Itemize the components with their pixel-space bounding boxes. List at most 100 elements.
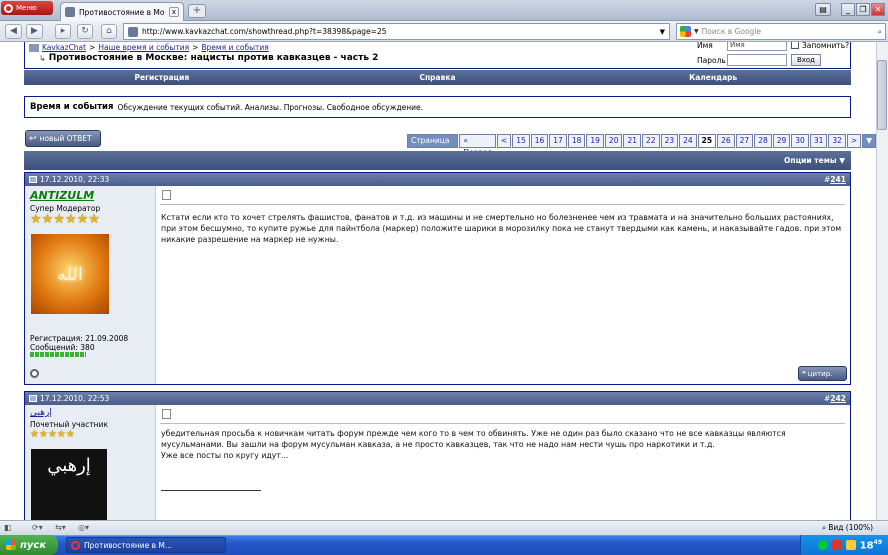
page-link[interactable]: 24 <box>679 134 697 148</box>
home-icon[interactable]: ⌂ <box>101 24 117 39</box>
tab-title: Противостояние в Моск... <box>79 7 165 17</box>
page-link[interactable]: 32 <box>828 134 846 148</box>
address-bar[interactable]: http://www.kavkazchat.com/showthread.php… <box>123 23 670 40</box>
login-button[interactable]: Вход <box>791 54 821 66</box>
post-username[interactable]: إرهبي <box>30 408 52 418</box>
scrollbar-thumb[interactable] <box>877 60 887 130</box>
breadcrumb: KavkazChat > Наше время и события > Врем… <box>29 43 269 52</box>
post-icon <box>162 409 171 419</box>
reputation-bar <box>30 352 86 357</box>
post-number[interactable]: #242 <box>824 394 846 403</box>
search-box[interactable]: ▼ Поиск в Google ⌕ <box>676 23 886 40</box>
page-link[interactable]: 20 <box>604 134 623 148</box>
thread-tools-menu[interactable]: Опции темы ▼ <box>784 156 845 165</box>
search-engine-dropdown-icon[interactable]: ▼ <box>694 28 699 35</box>
page-link[interactable]: 30 <box>791 134 809 148</box>
star-icon: ★ <box>76 212 89 227</box>
address-dropdown-icon[interactable]: ▼ <box>660 28 665 36</box>
forum-navbar: Регистрация Справка Календарь <box>24 70 851 85</box>
browser-tab[interactable]: Противостояние в Моск... x <box>60 2 184 21</box>
back-icon[interactable]: ◀ <box>5 24 22 39</box>
login-password-label: Пароль <box>697 56 726 65</box>
pagination-first[interactable]: « Первая <box>459 134 496 157</box>
forum-info-box: Время и события Обсуждение текущих событ… <box>24 96 851 118</box>
post-number[interactable]: #241 <box>824 175 846 184</box>
page-link[interactable]: 23 <box>660 134 679 148</box>
page-link[interactable]: 17 <box>549 134 567 148</box>
page-link[interactable]: 16 <box>530 134 549 148</box>
tray-network-icon[interactable] <box>845 540 856 550</box>
page-link[interactable]: 18 <box>567 134 586 148</box>
user-rank-stars: ★★★★★ <box>30 428 75 441</box>
quote-button[interactable]: ❝ цитир. <box>798 366 847 381</box>
pagination-menu-icon[interactable]: ▼ <box>862 134 876 148</box>
taskbar-opera-window[interactable]: Противостояние в М... <box>66 537 226 553</box>
forum-info-title: Время и события <box>30 102 114 112</box>
post-status-icon <box>29 176 37 183</box>
site-icon <box>128 26 138 37</box>
page-link[interactable]: 26 <box>717 134 735 148</box>
breadcrumb-section1-link[interactable]: Наше время и события <box>98 43 189 52</box>
tray-app-icon[interactable] <box>817 540 828 550</box>
zoom-control[interactable]: ⌕ Вид (100%) <box>822 523 873 533</box>
star-icon: ★ <box>47 429 57 440</box>
page-link[interactable]: 22 <box>642 134 660 148</box>
clock[interactable]: 1849 <box>860 539 882 551</box>
page-link[interactable]: 29 <box>772 134 791 148</box>
restore-icon[interactable]: ❐ <box>856 3 870 16</box>
minimize-icon[interactable]: _ <box>841 3 855 16</box>
browser-titlebar: Меню Противостояние в Моск... x + ▤ _ ❐ … <box>0 0 888 21</box>
star-icon: ★ <box>30 212 42 227</box>
google-icon[interactable] <box>680 26 691 37</box>
turbo-icon[interactable]: ⟳▾ <box>32 523 43 532</box>
thread-title-row: ↳ Противостояние в Москве: нацисты проти… <box>39 53 378 63</box>
page-link[interactable]: 19 <box>586 134 604 148</box>
browser-toolbar: ◀ ▶ ▸ ↻ ⌂ http://www.kavkazchat.com/show… <box>0 21 888 42</box>
page-link[interactable]: 21 <box>623 134 642 148</box>
panel-toggle-icon[interactable]: ◧ <box>4 523 12 532</box>
post-username[interactable]: ANTIZULM <box>30 189 94 202</box>
forward-icon[interactable]: ▶ <box>26 24 43 39</box>
page-viewport: KavkazChat > Наше время и события > Врем… <box>0 42 876 520</box>
user-message-count: Сообщений: 380 <box>30 343 95 352</box>
star-icon: ★ <box>56 429 66 440</box>
login-password-input[interactable] <box>727 54 787 66</box>
forward-menu-icon[interactable]: ▸ <box>55 24 71 39</box>
thread-arrow-icon: ↳ <box>39 53 46 63</box>
user-offline-icon <box>30 369 39 378</box>
nav-register-link[interactable]: Регистрация <box>24 73 300 82</box>
remember-checkbox[interactable] <box>791 42 799 49</box>
nav-calendar-link[interactable]: Календарь <box>575 73 851 82</box>
opera-logo-icon <box>4 3 13 13</box>
tab-menu-icon[interactable]: ▤ <box>815 3 831 16</box>
new-reply-button[interactable]: ↩ новый ОТВЕТ <box>25 130 101 147</box>
breadcrumb-section2-link[interactable]: Время и события <box>201 43 268 52</box>
user-avatar: إرهبي <box>31 449 107 520</box>
search-icon[interactable]: ⌕ <box>878 27 882 37</box>
pagination-next[interactable]: > <box>846 134 862 148</box>
login-name-input[interactable]: Имя <box>727 42 787 51</box>
start-button[interactable]: пуск <box>0 535 58 555</box>
reload-icon[interactable]: ↻ <box>77 24 93 39</box>
search-input[interactable]: Поиск в Google <box>702 27 875 36</box>
page-link[interactable]: 27 <box>735 134 754 148</box>
signature-divider <box>161 490 261 491</box>
page-link[interactable]: 15 <box>512 134 530 148</box>
user-rank-stars: ★★★★★★ <box>30 213 100 226</box>
new-tab-button[interactable]: + <box>188 4 206 18</box>
opera-menu-button[interactable]: Меню <box>1 1 53 15</box>
page-link[interactable]: 31 <box>809 134 828 148</box>
breadcrumb-site-link[interactable]: KavkazChat <box>42 43 86 52</box>
tray-opera-icon[interactable] <box>831 540 842 550</box>
nav-help-link[interactable]: Справка <box>300 73 576 82</box>
page-link[interactable]: 28 <box>754 134 772 148</box>
close-window-icon[interactable]: ✕ <box>871 3 885 16</box>
browser-statusbar: ◧ ⟳▾ ⇆▾ ◎▾ ⌕ Вид (100%) <box>0 520 888 535</box>
tab-close-icon[interactable]: x <box>169 7 179 17</box>
post-user-pane: ANTIZULM Супер Модератор ★★★★★★ الله Рег… <box>25 186 156 384</box>
sync-icon[interactable]: ⇆▾ <box>55 523 66 532</box>
address-url[interactable]: http://www.kavkazchat.com/showthread.php… <box>142 27 656 36</box>
pagination-prev[interactable]: < <box>496 134 512 148</box>
post-header: 17.12.2010, 22:33 #241 <box>25 173 850 186</box>
unite-icon[interactable]: ◎▾ <box>78 523 89 532</box>
